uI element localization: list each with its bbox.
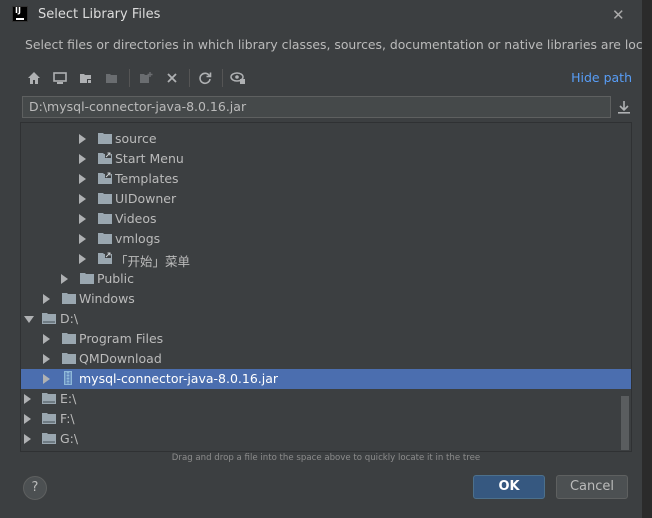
tree-row-label: source [115,131,157,146]
tree-row[interactable]: G:\ [21,429,631,449]
tree-row-label: UIDowner [115,191,177,206]
drive-icon [42,313,56,324]
tree-row-label: QMDownload [79,351,162,366]
tree-row-selected[interactable]: mysql-connector-java-8.0.16.jar [21,369,631,389]
path-input[interactable]: D:\mysql-connector-java-8.0.16.jar [22,96,611,118]
refresh-icon[interactable] [195,68,215,88]
drag-drop-hint: Drag and drop a file into the space abov… [171,453,481,463]
drive-icon [42,413,56,424]
folder-icon [98,193,112,204]
folder-icon [62,333,76,344]
desktop-icon[interactable] [50,68,70,88]
tree-row-label: G:\ [60,431,79,446]
tree-scrollbar[interactable] [621,396,629,450]
drive-icon [42,393,56,404]
tree-row-label: Windows [79,291,135,306]
folder-icon [62,293,76,304]
tree-row-label: vmlogs [115,231,161,246]
tree-row-label: Public [97,271,134,286]
file-chooser-toolbar: Hide path [22,66,632,90]
tree-row[interactable]: Windows [21,289,631,309]
expand-arrow-icon[interactable] [43,374,50,384]
expand-arrow-icon[interactable] [79,214,86,224]
folder-icon [62,353,76,364]
module-folder-icon[interactable] [102,68,122,88]
help-button[interactable]: ? [23,476,47,500]
tree-row[interactable]: QMDownload [21,349,631,369]
tree-row-label: Program Files [79,331,164,346]
tree-row-label: Start Menu [115,151,184,166]
folder-icon [98,213,112,224]
dialog-title: Select Library Files [38,7,161,22]
file-tree[interactable]: source Start Menu Templates UIDowner Vid… [20,122,632,452]
tree-row-label: Templates [115,171,179,186]
tree-row[interactable]: Videos [21,209,631,229]
dialog-description: Select files or directories in which lib… [25,37,652,52]
tree-row[interactable]: E:\ [21,389,631,409]
expand-arrow-icon[interactable] [43,294,50,304]
expand-arrow-icon[interactable] [79,134,86,144]
hide-path-link[interactable]: Hide path [571,70,632,85]
folder-shortcut-icon [98,252,112,264]
tree-row-label: E:\ [60,391,77,406]
delete-icon[interactable] [162,68,182,88]
expand-arrow-icon[interactable] [43,354,50,364]
tree-row-label: F:\ [60,411,75,426]
folder-icon [98,233,112,244]
tree-row[interactable]: Public [21,269,631,289]
folder-shortcut-icon [98,172,112,184]
download-icon[interactable] [616,98,632,116]
folder-shortcut-icon [98,152,112,164]
expand-arrow-icon[interactable] [79,194,86,204]
drive-icon [42,433,56,444]
expand-arrow-icon[interactable] [79,154,86,164]
ok-button[interactable]: OK [473,475,545,499]
tree-row[interactable]: Start Menu [21,149,631,169]
tree-row-label: 「开始」菜单 [115,254,191,269]
title-bar: Select Library Files ✕ [0,0,642,30]
toolbar-separator [222,69,223,87]
toolbar-separator [129,69,130,87]
expand-arrow-icon[interactable] [79,174,86,184]
toolbar-separator [189,69,190,87]
expand-arrow-icon[interactable] [61,274,68,284]
tree-row[interactable]: UIDowner [21,189,631,209]
background-window-edge [643,0,652,518]
project-folder-icon[interactable] [76,68,96,88]
expand-arrow-icon[interactable] [79,234,86,244]
expand-arrow-icon[interactable] [43,334,50,344]
folder-icon [98,133,112,144]
home-icon[interactable] [24,68,44,88]
jar-archive-icon [64,371,72,385]
show-hidden-icon[interactable] [228,68,248,88]
cancel-button[interactable]: Cancel [556,475,628,499]
expand-arrow-icon[interactable] [79,254,86,264]
select-library-files-dialog: Select Library Files ✕ Select files or d… [0,0,652,518]
tree-row[interactable]: Program Files [21,329,631,349]
tree-row-label: Videos [115,211,157,226]
tree-row[interactable]: vmlogs [21,229,631,249]
expand-arrow-icon[interactable] [24,414,31,424]
expand-arrow-icon[interactable] [24,434,31,444]
close-icon[interactable]: ✕ [612,6,625,24]
collapse-arrow-icon[interactable] [24,316,34,323]
tree-row-label: D:\ [60,311,79,326]
expand-arrow-icon[interactable] [24,394,31,404]
tree-row[interactable]: Templates [21,169,631,189]
folder-icon [80,273,94,284]
tree-row[interactable]: D:\ [21,309,631,329]
tree-row[interactable]: F:\ [21,409,631,429]
intellij-app-icon [12,6,28,22]
tree-row[interactable]: 「开始」菜单 [21,249,631,269]
tree-row-label: mysql-connector-java-8.0.16.jar [79,371,279,386]
new-folder-icon[interactable] [136,68,156,88]
tree-row[interactable]: source [21,129,631,149]
